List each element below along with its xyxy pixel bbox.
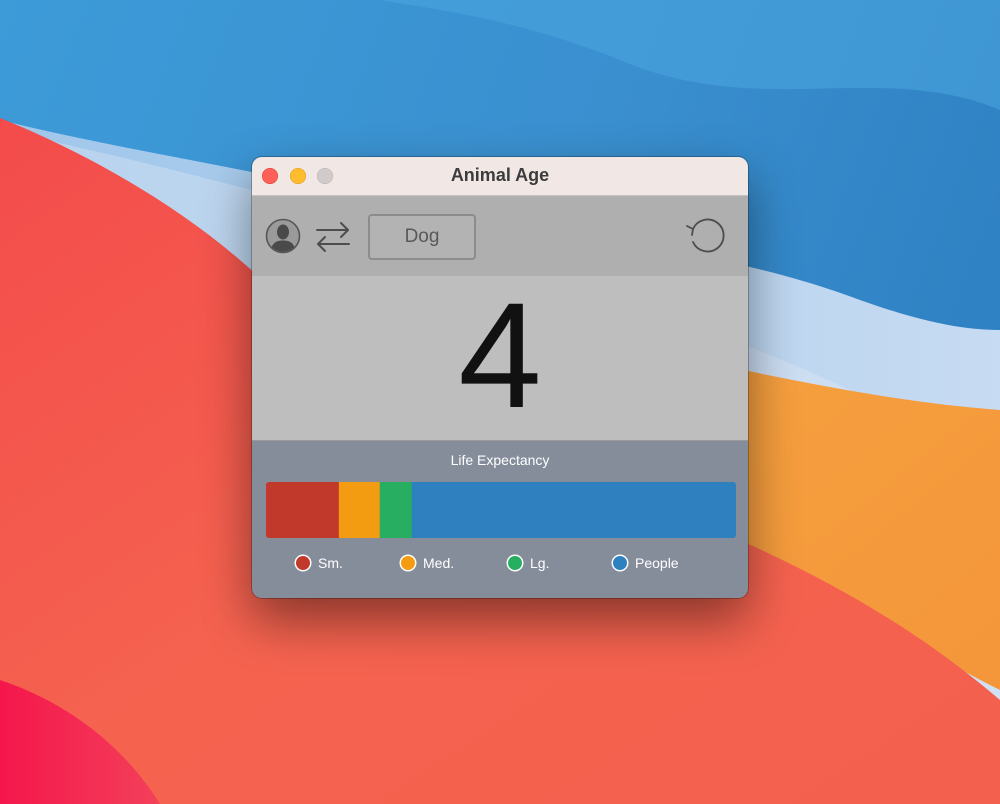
reset-button[interactable] — [684, 214, 730, 256]
title-bar[interactable]: Animal Age — [252, 157, 748, 196]
legend-dot-small — [296, 556, 310, 570]
legend: Sm. Med. Lg. People — [252, 554, 748, 574]
person-silhouette-icon — [265, 218, 301, 254]
legend-label-small: Sm. — [318, 555, 343, 571]
animal-select-button[interactable]: Dog — [368, 214, 476, 260]
life-expectancy-segment-1 — [266, 482, 340, 538]
legend-dot-medium — [401, 556, 415, 570]
profile-button[interactable] — [265, 218, 301, 254]
legend-dot-large — [508, 556, 522, 570]
life-expectancy-title: Life Expectancy — [450, 452, 550, 468]
window-title: Animal Age — [450, 165, 550, 185]
life-expectancy-bar — [266, 482, 736, 538]
life-expectancy-panel: Life Expectancy Sm. Med. Lg. People — [252, 441, 748, 598]
toolbar: Dog — [252, 196, 748, 276]
legend-label-people: People — [635, 555, 679, 571]
legend-dot-people — [613, 556, 627, 570]
animal-age-window: Animal Age Dog 4 Life Expectancy Sm. Med… — [252, 157, 748, 598]
swap-arrows-icon — [316, 222, 350, 252]
age-value: 4 — [458, 271, 542, 439]
legend-label-large: Lg. — [530, 555, 550, 571]
life-expectancy-segment-4 — [411, 482, 736, 538]
life-expectancy-segment-2 — [338, 482, 381, 538]
life-expectancy-segment-3 — [379, 482, 413, 538]
legend-label-medium: Med. — [423, 555, 455, 571]
counterclockwise-reset-icon — [686, 218, 725, 253]
swap-button[interactable] — [314, 220, 352, 254]
age-display: 4 — [252, 276, 748, 441]
